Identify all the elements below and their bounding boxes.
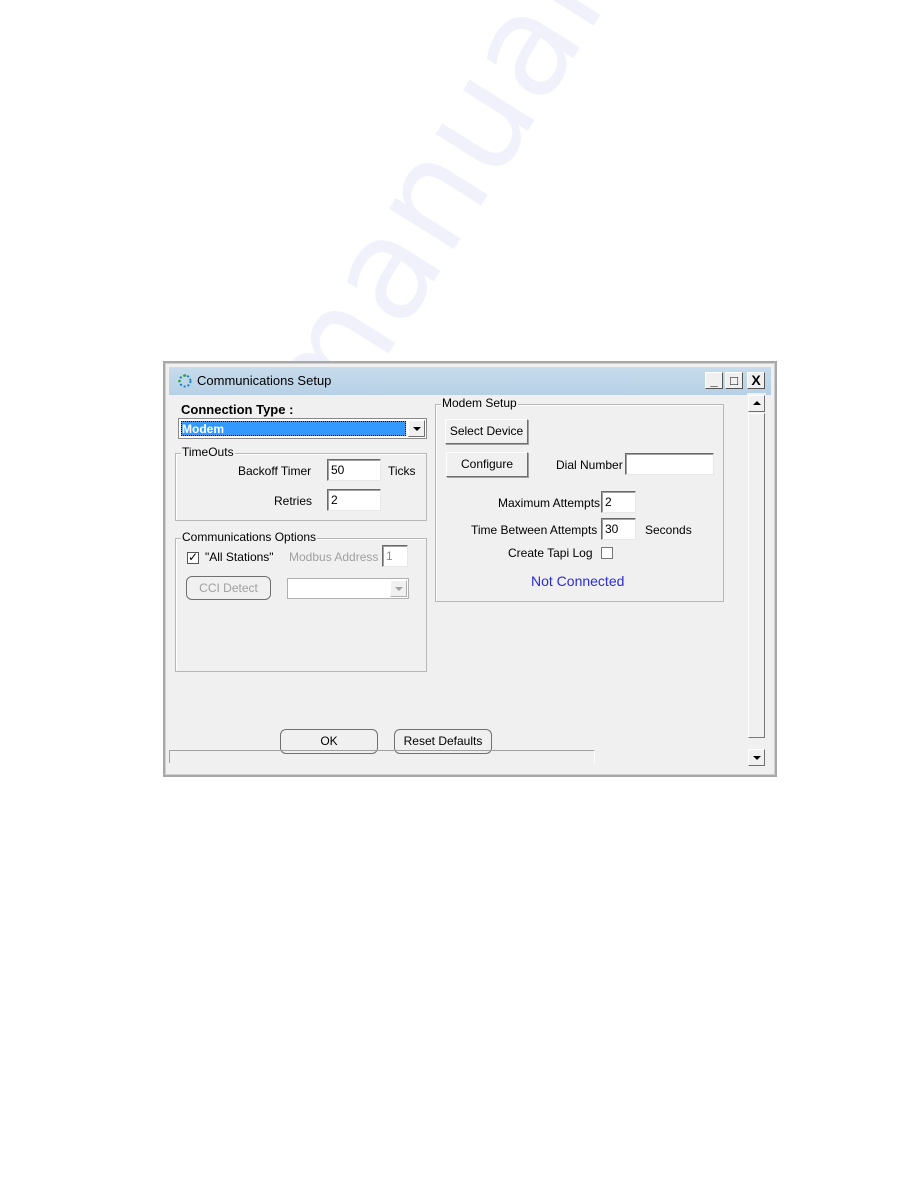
communications-options-legend: Communications Options [181,530,318,544]
scrollbar-thumb[interactable] [748,413,765,738]
all-stations-checkbox[interactable]: ✓ [187,550,199,564]
connection-type-select[interactable]: Modem [178,418,427,439]
ok-label: OK [320,734,338,748]
title-bar[interactable]: Communications Setup _ □ X [169,367,771,395]
cci-port-dropdown-button[interactable] [390,580,407,597]
minimize-icon: _ [710,373,718,388]
configure-button[interactable]: Configure [446,452,528,477]
checkmark-icon: ✓ [188,550,199,564]
select-device-label: Select Device [449,424,524,438]
backoff-timer-label: Backoff Timer [238,464,312,478]
backoff-unit-label: Ticks [388,464,416,478]
modem-setup-legend: Modem Setup [441,396,518,410]
time-between-attempts-input[interactable]: 30 [601,518,636,540]
communications-setup-window: Communications Setup _ □ X Connection Ty… [163,361,777,777]
retries-label: Retries [274,494,313,508]
maximum-attempts-input[interactable]: 2 [601,491,636,513]
cci-detect-button[interactable]: CCI Detect [186,576,271,600]
cci-detect-label: CCI Detect [199,581,258,595]
scroll-down-button[interactable] [748,749,765,766]
cci-port-select[interactable] [287,578,409,599]
arrow-up-icon [752,400,761,405]
time-between-attempts-label: Time Between Attempts [471,523,598,537]
modbus-address-label: Modbus Address [289,550,379,564]
backoff-timer-input[interactable]: 50 [327,459,381,481]
status-bar [169,750,595,763]
window-title: Communications Setup [197,373,332,388]
dial-number-label: Dial Number [556,458,623,472]
reset-defaults-label: Reset Defaults [403,734,483,748]
connection-type-dropdown-button[interactable] [408,420,425,437]
connection-type-selection: Modem [181,421,406,436]
seconds-unit-label: Seconds [645,523,692,537]
configure-label: Configure [460,457,514,471]
select-device-button[interactable]: Select Device [445,419,528,444]
connection-type-value: Modem [182,422,224,436]
connection-type-label: Connection Type : [181,402,294,417]
chevron-down-icon [394,586,403,591]
maximize-button[interactable]: □ [725,372,743,389]
retries-input[interactable]: 2 [327,489,381,511]
timeouts-legend: TimeOuts [181,445,235,459]
close-icon: X [751,372,761,388]
create-tapi-log-checkbox[interactable] [601,547,613,559]
create-tapi-log-label: Create Tapi Log [508,546,593,560]
modbus-address-input[interactable]: 1 [382,545,408,567]
dialog-client-area: Connection Type : Modem TimeOuts Backoff… [169,395,754,771]
chevron-down-icon [412,426,421,431]
minimize-button[interactable]: _ [705,372,723,389]
maximize-icon: □ [730,373,738,388]
maximum-attempts-label: Maximum Attempts [498,496,601,510]
connection-status: Not Connected [531,573,625,589]
vertical-scrollbar[interactable] [747,393,766,771]
close-button[interactable]: X [747,372,765,389]
all-stations-label: "All Stations" [205,550,274,564]
scroll-up-button[interactable] [748,395,765,412]
arrow-down-icon [752,755,761,760]
connection-icon [178,374,192,388]
dial-number-input[interactable] [625,453,714,475]
